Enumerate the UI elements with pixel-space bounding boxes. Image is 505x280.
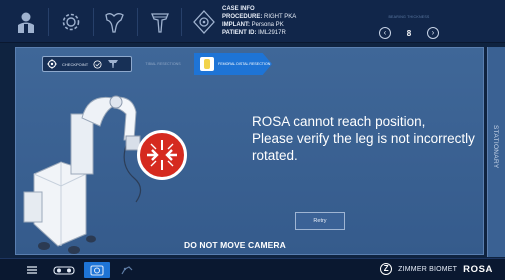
- retry-button[interactable]: Retry: [295, 212, 345, 230]
- stationary-side-tab[interactable]: STATIONARY: [487, 47, 505, 257]
- tibia-small-icon: [108, 60, 119, 68]
- increment-button[interactable]: ›: [426, 27, 439, 39]
- implant-label: IMPLANT:: [222, 22, 250, 28]
- cannot-reach-warning-icon: [137, 130, 187, 180]
- procedure-value: RIGHT PKA: [264, 14, 297, 20]
- breadcrumb-checkpoint[interactable]: CHECKPOINT: [42, 56, 132, 72]
- rosa-app: CASE INFO PROCEDURE: RIGHT PKA IMPLANT: …: [0, 0, 505, 280]
- robot-arm-icon[interactable]: [116, 262, 138, 278]
- main-stage: CHECKPOINT TIBIAL RESECTIONS FEMORAL DIS…: [15, 47, 484, 255]
- progress-breadcrumb: CHECKPOINT TIBIAL RESECTIONS FEMORAL DIS…: [42, 53, 272, 75]
- implant-row: IMPLANT: Persona PK: [222, 21, 296, 29]
- breadcrumb-femoral-distal-resection[interactable]: FEMORAL DISTAL RESECTION: [194, 53, 272, 75]
- decrement-button[interactable]: ‹: [379, 27, 391, 39]
- bearing-thickness-label: BEARING THICKNESS: [388, 15, 430, 19]
- procedure-label: PROCEDURE:: [222, 14, 263, 20]
- error-message-line2: Please verify the leg is not incorrectly…: [252, 131, 475, 163]
- camera-view-icon[interactable]: [84, 262, 110, 278]
- femur-icon[interactable]: [97, 4, 133, 40]
- topbar-divider: [48, 8, 49, 36]
- menu-hamburger-icon[interactable]: [22, 262, 42, 278]
- patient-id-label: PATIENT ID:: [222, 30, 257, 36]
- do-not-move-camera-notice: DO NOT MOVE CAMERA: [184, 240, 286, 250]
- patient-icon[interactable]: [8, 4, 44, 40]
- procedure-row: PROCEDURE: RIGHT PKA: [222, 13, 296, 21]
- stationary-tab-label: STATIONARY: [492, 125, 499, 169]
- check-icon: [93, 59, 102, 69]
- breadcrumb-tibial-label: TIBIAL RESECTIONS: [145, 62, 181, 66]
- zimmer-biomet-logo-icon: Z: [380, 263, 393, 275]
- bearing-thickness-stepper: ‹ 8 ›: [379, 26, 439, 40]
- error-message-line1: ROSA cannot reach position,: [252, 114, 426, 129]
- tibia-icon[interactable]: [142, 4, 178, 40]
- patient-id-value: IML2917R: [258, 30, 286, 36]
- breadcrumb-femoral-label: FEMORAL DISTAL RESECTION: [218, 62, 271, 66]
- brand-product: ROSA: [463, 263, 493, 275]
- robot-settings-icon[interactable]: [186, 4, 222, 40]
- target-icon: [47, 59, 57, 69]
- brand-logo: Z ZIMMER BIOMET ROSA: [380, 263, 493, 275]
- camera-tracker-icon[interactable]: [50, 262, 78, 278]
- bottom-bar: Z ZIMMER BIOMET ROSA: [0, 258, 505, 280]
- case-info-panel: CASE INFO PROCEDURE: RIGHT PKA IMPLANT: …: [222, 5, 296, 37]
- settings-gear-icon[interactable]: [53, 4, 89, 40]
- bearing-thickness-value: 8: [406, 28, 412, 38]
- implant-value: Persona PK: [251, 22, 284, 28]
- case-info-title: CASE INFO: [222, 6, 255, 12]
- brand-company: ZIMMER BIOMET: [398, 265, 458, 273]
- topbar-divider: [137, 8, 138, 36]
- patient-id-row: PATIENT ID: IML2917R: [222, 29, 296, 37]
- top-bar: CASE INFO PROCEDURE: RIGHT PKA IMPLANT: …: [0, 0, 505, 43]
- topbar-divider: [181, 8, 182, 36]
- topbar-divider: [93, 8, 94, 36]
- error-message: ROSA cannot reach position, Please verif…: [252, 113, 482, 164]
- breadcrumb-tibial-resections[interactable]: TIBIAL RESECTIONS: [132, 56, 194, 72]
- femoral-resection-icon: [200, 57, 214, 71]
- breadcrumb-checkpoint-label: CHECKPOINT: [62, 61, 89, 67]
